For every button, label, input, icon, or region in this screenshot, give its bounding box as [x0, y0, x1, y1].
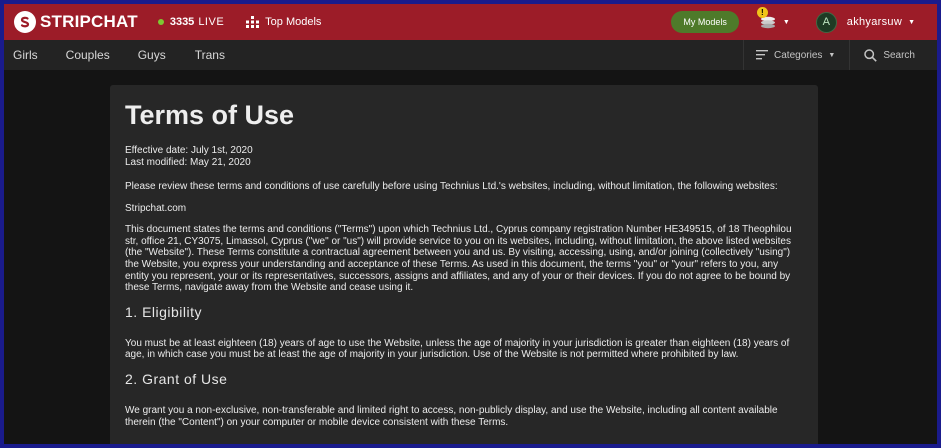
- section-body-eligibility: You must be at least eighteen (18) years…: [125, 337, 790, 361]
- search-icon: [864, 48, 878, 62]
- top-models-label: Top Models: [265, 16, 322, 28]
- nav-item-guys[interactable]: Guys: [138, 48, 166, 62]
- username: akhyarsuw: [846, 16, 903, 28]
- top-models-icon: [246, 16, 260, 28]
- user-menu[interactable]: A akhyarsuw ▼: [815, 11, 915, 33]
- search-button[interactable]: Search: [849, 40, 937, 70]
- top-models-link[interactable]: Top Models: [246, 16, 321, 28]
- categories-dropdown[interactable]: Categories ▼: [743, 40, 849, 70]
- nav-item-couples[interactable]: Couples: [66, 48, 110, 62]
- last-modified: Last modified: May 21, 2020: [125, 157, 251, 168]
- search-label: Search: [883, 49, 915, 61]
- avatar: A: [815, 11, 837, 33]
- document-dates: Effective date: July 1st, 2020 Last modi…: [125, 145, 803, 169]
- my-models-button[interactable]: My Models: [671, 11, 739, 33]
- section-heading-eligibility: 1. Eligibility: [125, 303, 203, 320]
- live-label: LIVE: [198, 16, 225, 28]
- site-name: Stripchat.com: [125, 202, 187, 214]
- nav-item-girls[interactable]: Girls: [13, 48, 38, 62]
- notification-badge: !: [756, 7, 768, 18]
- brand-name: STRIPCHAT: [40, 12, 138, 31]
- nav-tools: Categories ▼ Search: [743, 40, 937, 70]
- nav-item-trans[interactable]: Trans: [195, 48, 225, 62]
- live-counter[interactable]: 3335 LIVE: [157, 16, 225, 28]
- live-count: 3335: [169, 16, 195, 28]
- logo[interactable]: STRIPCHAT: [14, 11, 138, 33]
- notifications-button[interactable]: ! ▼: [756, 7, 790, 31]
- section-body-grant: We grant you a non-exclusive, non-transf…: [125, 404, 778, 428]
- top-right-controls: My Models ! ▼ A akhyarsuw ▼: [671, 4, 937, 40]
- intro-paragraph: Please review these terms and conditions…: [125, 181, 778, 192]
- logo-icon: [14, 11, 36, 33]
- page-frame: STRIPCHAT 3335 LIVE Top Models My Models: [4, 4, 937, 444]
- live-dot: [157, 19, 164, 25]
- statement-paragraph: This document states the terms and condi…: [125, 224, 792, 294]
- terms-document: Terms of Use Effective date: July 1st, 2…: [110, 85, 818, 444]
- effective-date: Effective date: July 1st, 2020: [125, 145, 253, 156]
- caret-down-icon: ▼: [908, 18, 915, 26]
- top-bar: STRIPCHAT 3335 LIVE Top Models My Models: [4, 4, 937, 40]
- caret-down-icon: ▼: [782, 18, 790, 26]
- category-nav: Girls Couples Guys Trans Categories ▼ Se…: [4, 40, 937, 70]
- page-title: Terms of Use: [125, 100, 295, 130]
- section-heading-grant: 2. Grant of Use: [125, 370, 228, 387]
- categories-label: Categories: [774, 49, 823, 61]
- hamburger-icon: [756, 50, 769, 60]
- caret-down-icon: ▼: [828, 51, 836, 59]
